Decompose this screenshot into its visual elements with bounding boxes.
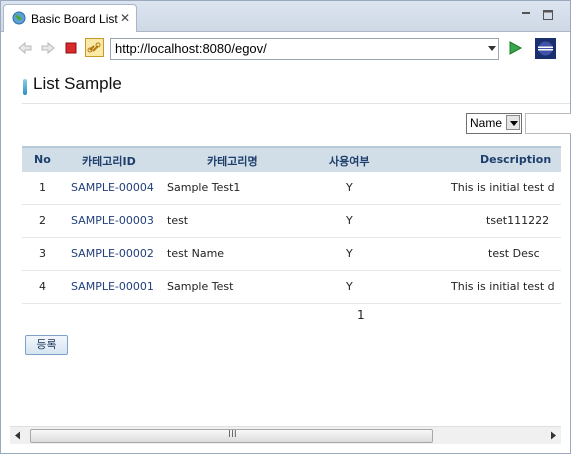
column-header-use-yn: 사용여부 xyxy=(329,155,370,168)
row-category-name[interactable]: test Name xyxy=(167,247,224,260)
tab-title: Basic Board List xyxy=(31,12,118,26)
search-condition-value: Name xyxy=(470,116,503,130)
row-description: tset111222 xyxy=(486,214,550,227)
editor-tab-strip: Basic Board List ✕ xyxy=(1,1,570,32)
column-header-description: Description xyxy=(480,153,552,166)
board-list-table: No 카테고리ID 카테고리명 사용여부 Description 1 SAMPL… xyxy=(22,146,561,304)
chevron-down-icon[interactable] xyxy=(488,46,496,51)
globe-icon xyxy=(12,11,26,25)
column-header-category-name: 카테고리명 xyxy=(207,155,258,168)
table-row: 3 SAMPLE-00002 test Name Y test Desc xyxy=(22,238,561,271)
row-use-yn: Y xyxy=(346,247,353,260)
row-category-name[interactable]: Sample Test xyxy=(167,280,233,293)
url-combobox[interactable] xyxy=(110,38,499,60)
back-arrow-icon[interactable] xyxy=(17,40,33,56)
row-category-id-link[interactable]: SAMPLE-00001 xyxy=(71,280,154,293)
page-content: List Sample Name No 카테고리ID 카테고리명 사용여부 De… xyxy=(1,65,571,425)
horizontal-scrollbar[interactable]: III xyxy=(10,426,561,444)
row-category-name[interactable]: test xyxy=(167,214,188,227)
table-row: 1 SAMPLE-00004 Sample Test1 Y This is in… xyxy=(22,172,561,205)
search-condition-select[interactable]: Name xyxy=(466,113,522,134)
stop-icon[interactable] xyxy=(63,40,79,56)
scroll-right-arrow-icon[interactable] xyxy=(549,431,557,440)
browser-window: Basic Board List ✕ http://localhost:8080… xyxy=(0,0,571,454)
browser-tab[interactable]: Basic Board List ✕ xyxy=(3,4,137,32)
column-header-no: No xyxy=(34,153,51,166)
row-description: This is initial test d xyxy=(451,280,555,293)
row-no: 3 xyxy=(39,247,46,260)
row-category-id-link[interactable]: SAMPLE-00002 xyxy=(71,247,154,260)
eclipse-icon[interactable] xyxy=(535,38,556,59)
scrollbar-thumb[interactable]: III xyxy=(30,429,433,443)
scrollbar-grip: III xyxy=(228,429,237,440)
search-keyword-input[interactable] xyxy=(525,113,571,134)
row-use-yn: Y xyxy=(346,214,353,227)
row-description: This is initial test d xyxy=(451,181,555,194)
row-category-id-link[interactable]: SAMPLE-00004 xyxy=(71,181,154,194)
table-row: 4 SAMPLE-00001 Sample Test Y This is ini… xyxy=(22,271,561,304)
table-row: 2 SAMPLE-00003 test Y tset111222 xyxy=(22,205,561,238)
close-icon[interactable]: ✕ xyxy=(120,11,130,25)
table-header: No 카테고리ID 카테고리명 사용여부 Description xyxy=(22,146,561,172)
url-input[interactable] xyxy=(115,40,475,57)
pagination-page-1[interactable]: 1 xyxy=(357,308,365,322)
row-category-name[interactable]: Sample Test1 xyxy=(167,181,240,194)
row-no: 4 xyxy=(39,280,46,293)
page-title: List Sample xyxy=(33,74,122,93)
row-no: 2 xyxy=(39,214,46,227)
go-play-icon[interactable] xyxy=(507,40,523,56)
column-header-category-id: 카테고리ID xyxy=(82,155,136,168)
dropdown-arrow-icon[interactable] xyxy=(506,115,520,130)
refresh-link-icon[interactable] xyxy=(85,38,104,57)
maximize-icon[interactable] xyxy=(542,9,554,21)
row-use-yn: Y xyxy=(346,181,353,194)
row-use-yn: Y xyxy=(346,280,353,293)
row-description: test Desc xyxy=(488,247,540,260)
title-divider xyxy=(22,103,570,104)
title-accent-bar xyxy=(23,79,27,95)
register-button[interactable]: 등록 xyxy=(25,335,68,355)
row-category-id-link[interactable]: SAMPLE-00003 xyxy=(71,214,154,227)
scroll-left-arrow-icon[interactable] xyxy=(14,431,22,440)
minimize-icon[interactable] xyxy=(520,9,532,21)
row-no: 1 xyxy=(39,181,46,194)
browser-toolbar xyxy=(1,32,570,64)
forward-arrow-icon[interactable] xyxy=(40,40,56,56)
